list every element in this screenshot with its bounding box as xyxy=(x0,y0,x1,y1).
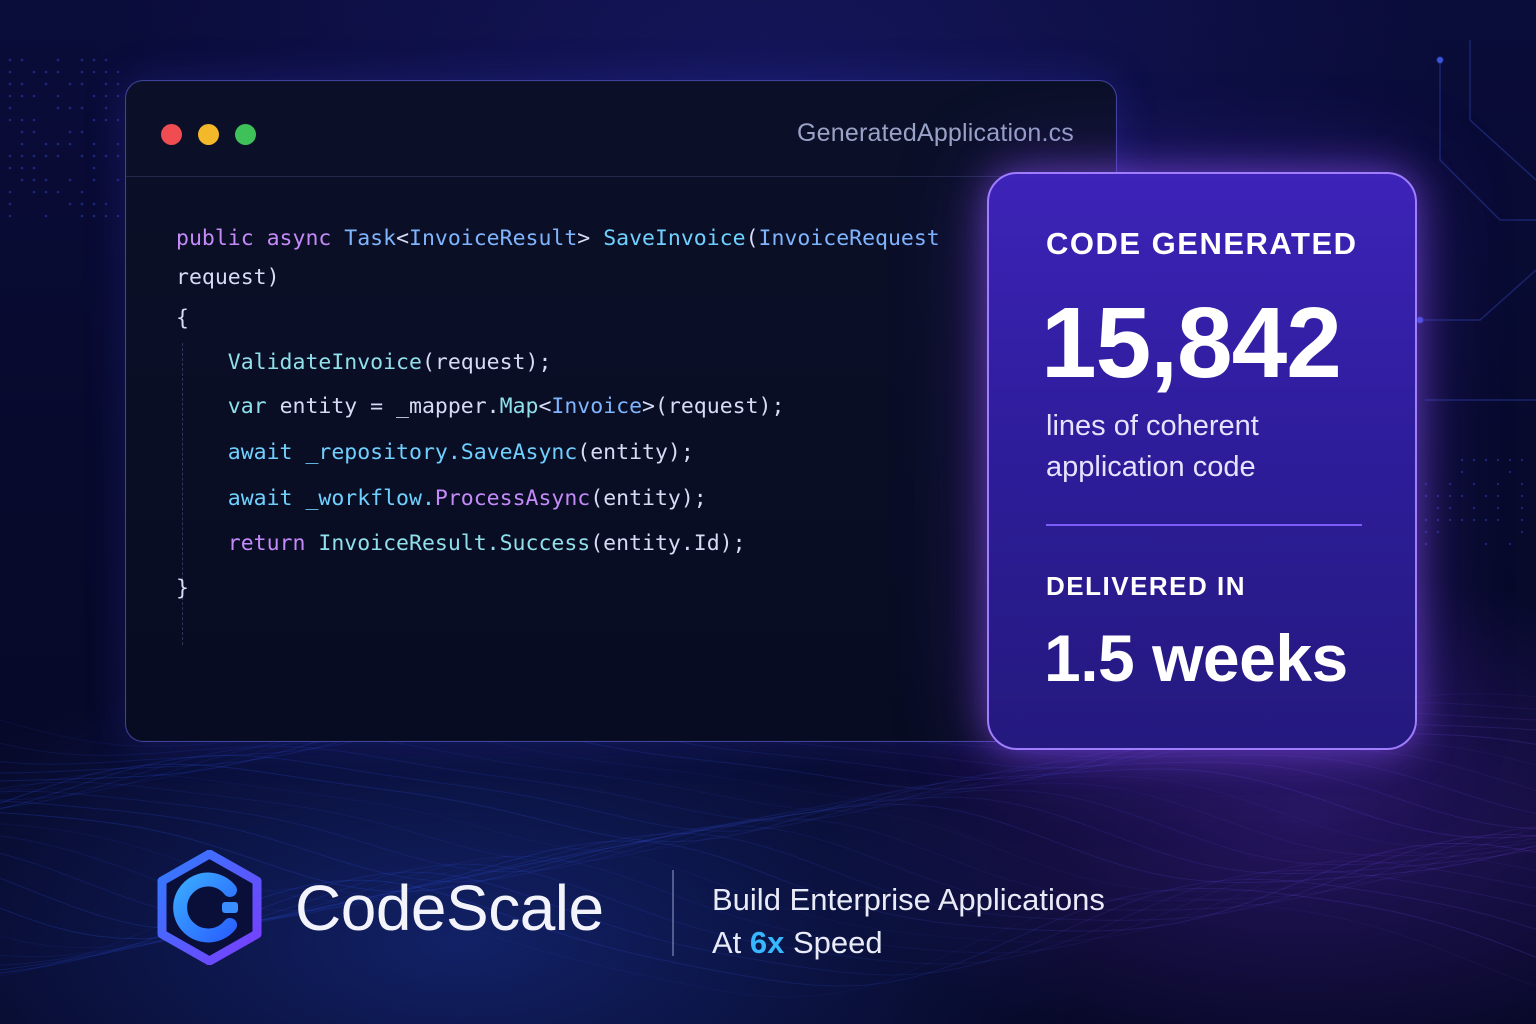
code-line: public async Task<InvoiceResult> SaveInv… xyxy=(176,226,940,251)
code-token: Task xyxy=(344,226,396,251)
code-token: entity = _mapper. xyxy=(280,394,500,419)
code-token xyxy=(176,350,228,375)
code-token xyxy=(176,440,228,465)
code-line: var entity = _mapper.Map<Invoice>(reques… xyxy=(176,394,784,419)
tagline-line-1: Build Enterprise Applications xyxy=(712,878,1105,921)
code-token: < xyxy=(538,394,551,419)
lines-description: lines of coherent application code xyxy=(1046,406,1386,488)
code-token: _workflow. xyxy=(305,486,434,511)
code-token: Success xyxy=(500,531,591,556)
code-token: InvoiceResult xyxy=(409,226,577,251)
code-line: { xyxy=(176,306,189,331)
code-line: } xyxy=(176,576,189,601)
code-token xyxy=(176,531,228,556)
file-name: GeneratedApplication.cs xyxy=(797,119,1074,148)
code-line: await _repository.SaveAsync(entity); xyxy=(176,440,694,465)
code-token: >(request); xyxy=(642,394,784,419)
code-token: return xyxy=(228,531,319,556)
code-token: SaveInvoice xyxy=(603,226,745,251)
code-token: ) xyxy=(267,265,280,290)
code-token: (entity.Id); xyxy=(590,531,745,556)
codescale-logo-icon xyxy=(152,850,267,965)
code-token xyxy=(176,486,228,511)
code-token: ValidateInvoice xyxy=(228,350,422,375)
code-token: var xyxy=(228,394,280,419)
lines-count: 15,842 xyxy=(1041,286,1341,401)
code-token: await xyxy=(228,486,306,511)
code-token: { xyxy=(176,306,189,331)
code-token: InvoiceResult. xyxy=(318,531,499,556)
code-line: await _workflow.ProcessAsync(entity); xyxy=(176,486,707,511)
code-editor-window: GeneratedApplication.cs public async Tas… xyxy=(125,80,1117,742)
code-token: ProcessAsync xyxy=(435,486,590,511)
delivered-in-label: DELIVERED IN xyxy=(1046,571,1246,602)
code-line: return InvoiceResult.Success(entity.Id); xyxy=(176,531,746,556)
tagline-line-2: At 6x Speed xyxy=(712,921,1105,964)
code-line: ValidateInvoice(request); xyxy=(176,350,551,375)
code-token: _repository. xyxy=(305,440,460,465)
brand-divider xyxy=(672,870,674,956)
code-token: (entity); xyxy=(577,440,694,465)
code-token: await xyxy=(228,440,306,465)
code-token: ( xyxy=(746,226,759,251)
maximize-window-button[interactable] xyxy=(235,124,256,145)
code-token: SaveAsync xyxy=(461,440,578,465)
tagline-prefix: At xyxy=(712,925,750,960)
tagline: Build Enterprise Applications At 6x Spee… xyxy=(712,878,1105,964)
code-token: public async xyxy=(176,226,344,251)
tagline-suffix: Speed xyxy=(784,925,882,960)
stats-card: CODE GENERATED 15,842 lines of coherent … xyxy=(987,172,1417,750)
brand-name: CodeScale xyxy=(295,871,604,945)
code-token: Map xyxy=(500,394,539,419)
code-line: request) xyxy=(176,265,280,290)
stats-divider xyxy=(1046,524,1362,526)
delivery-time: 1.5 weeks xyxy=(1044,620,1348,696)
code-token: > xyxy=(577,226,603,251)
code-token xyxy=(176,394,228,419)
code-token: InvoiceRequest xyxy=(759,226,940,251)
code-token: < xyxy=(396,226,409,251)
code-generated-label: CODE GENERATED xyxy=(1046,226,1358,262)
window-titlebar: GeneratedApplication.cs xyxy=(126,81,1116,177)
close-window-button[interactable] xyxy=(161,124,182,145)
tagline-speed: 6x xyxy=(750,925,784,960)
code-token: Invoice xyxy=(551,394,642,419)
code-token: request xyxy=(176,265,267,290)
code-token: } xyxy=(176,576,189,601)
code-token: (entity); xyxy=(590,486,707,511)
minimize-window-button[interactable] xyxy=(198,124,219,145)
code-token: (request); xyxy=(422,350,551,375)
